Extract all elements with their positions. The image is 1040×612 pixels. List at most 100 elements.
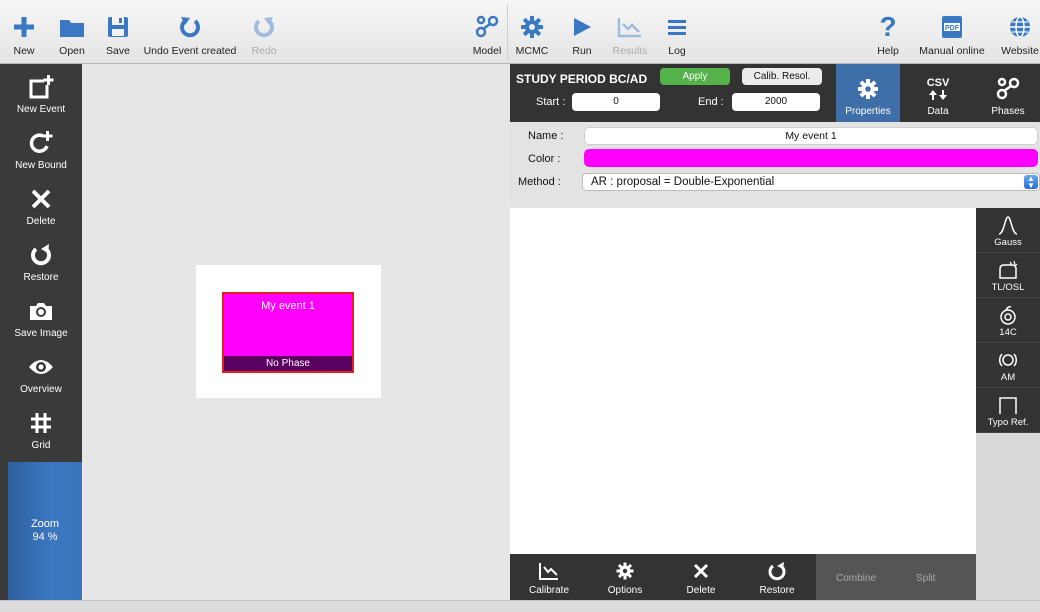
options-label: Options <box>607 585 643 596</box>
14c-icon <box>998 303 1018 327</box>
restore-date-label: Restore <box>759 585 795 596</box>
new-bound-label: New Bound <box>15 160 67 171</box>
help-button[interactable]: ? Help <box>868 0 908 64</box>
save-image-button[interactable]: Save Image <box>0 288 82 344</box>
delete-button[interactable]: Delete <box>0 176 82 232</box>
split-button[interactable]: Split <box>916 573 935 584</box>
color-picker[interactable] <box>584 149 1038 167</box>
redo-label: Redo <box>251 45 277 57</box>
log-button[interactable]: Log <box>662 0 692 64</box>
new-event-button[interactable]: New Event <box>0 64 82 120</box>
undo-label: Undo Event created <box>143 45 237 57</box>
mcmc-label: MCMC <box>515 45 549 57</box>
overview-button[interactable]: Overview <box>0 344 82 400</box>
calibrate-button[interactable]: Calibrate <box>518 554 580 600</box>
event-item[interactable]: My event 1 No Phase <box>222 292 354 373</box>
splitter[interactable] <box>500 64 510 600</box>
main-toolbar: New Open Save Undo Event created Redo Mo… <box>0 0 1040 64</box>
undo-icon <box>178 12 202 42</box>
new-label: New <box>13 45 35 57</box>
delete-date-label: Delete <box>686 585 716 596</box>
delete-date-button[interactable]: Delete <box>670 554 732 600</box>
restore-date-button[interactable]: Restore <box>746 554 808 600</box>
open-label: Open <box>59 45 85 57</box>
open-button[interactable]: Open <box>52 0 92 64</box>
tab-phases[interactable]: Phases <box>976 64 1040 122</box>
tab-properties-label: Properties <box>845 106 891 117</box>
log-label: Log <box>668 45 686 57</box>
calib-resol-button[interactable]: Calib. Resol. <box>742 68 822 85</box>
start-input[interactable]: 0 <box>572 93 660 111</box>
chevron-up-down-icon: ▲ ▼ <box>1024 175 1038 190</box>
end-input[interactable]: 2000 <box>732 93 820 111</box>
website-label: Website <box>1001 45 1039 57</box>
options-button[interactable]: Options <box>594 554 656 600</box>
restore-icon <box>767 559 787 583</box>
restore-icon <box>29 241 53 269</box>
grid-label: Grid <box>31 440 51 451</box>
run-label: Run <box>572 45 592 57</box>
add-am-button[interactable]: AM <box>976 343 1040 388</box>
question-mark-icon: ? <box>879 11 897 42</box>
method-select[interactable]: AR : proposal = Double-Exponential ▲ ▼ <box>582 173 1040 191</box>
restore-button[interactable]: Restore <box>0 232 82 288</box>
typo-ref-label: Typo Ref. <box>987 417 1029 428</box>
dates-list[interactable] <box>510 208 976 554</box>
restore-label: Restore <box>23 272 59 283</box>
gear-icon <box>520 12 544 42</box>
add-typo-ref-button[interactable]: Typo Ref. <box>976 388 1040 433</box>
undo-button[interactable]: Undo Event created <box>142 0 238 64</box>
new-button[interactable]: New <box>4 0 44 64</box>
redo-icon <box>252 12 276 42</box>
model-sidebar: New Event New Bound Delete Restore Save … <box>0 64 82 600</box>
tlosl-label: TL/OSL <box>991 282 1025 293</box>
tab-data[interactable]: CSV Data <box>906 64 970 122</box>
csv-icon: CSV <box>927 74 949 104</box>
chart-icon <box>538 559 560 583</box>
folder-icon <box>59 12 85 42</box>
study-period-header: STUDY PERIOD BC/AD Apply Calib. Resol. S… <box>510 64 1040 122</box>
event-name: My event 1 <box>261 300 315 312</box>
model-label: Model <box>472 45 502 57</box>
website-button[interactable]: Website <box>994 0 1040 64</box>
run-button[interactable]: Run <box>564 0 600 64</box>
phases-icon <box>996 74 1020 104</box>
add-tlosl-button[interactable]: TL/OSL <box>976 253 1040 298</box>
gear-icon <box>857 74 879 104</box>
new-bound-button[interactable]: New Bound <box>0 120 82 176</box>
color-label: Color : <box>528 153 561 165</box>
mcmc-button[interactable]: MCMC <box>514 0 550 64</box>
tlosl-icon <box>997 258 1019 282</box>
save-button[interactable]: Save <box>100 0 136 64</box>
model-canvas[interactable]: My event 1 No Phase <box>82 64 500 600</box>
tab-properties[interactable]: Properties <box>836 64 900 122</box>
gauss-label: Gauss <box>994 237 1022 248</box>
grid-button[interactable]: Grid <box>0 400 82 456</box>
name-label: Name : <box>528 130 564 142</box>
date-type-sidebar: Gauss TL/OSL 14C AM Typo Ref. <box>976 208 1040 600</box>
redo-button[interactable]: Redo <box>244 0 284 64</box>
model-button[interactable]: Model <box>470 0 504 64</box>
add-gauss-button[interactable]: Gauss <box>976 208 1040 253</box>
pdf-badge: PDF <box>945 25 960 32</box>
name-field[interactable]: My event 1 <box>584 127 1038 145</box>
floppy-disk-icon <box>107 12 129 42</box>
combine-button[interactable]: Combine <box>836 573 876 584</box>
manual-online-button[interactable]: PDF Manual online <box>912 0 992 64</box>
typo-ref-icon <box>998 393 1018 417</box>
camera-icon <box>28 297 54 325</box>
zoom-slider[interactable]: Zoom 94 % <box>8 462 82 600</box>
apply-button[interactable]: Apply <box>660 68 730 85</box>
zoom-value: 94 % <box>32 531 58 543</box>
new-event-label: New Event <box>16 104 66 115</box>
method-label: Method : <box>518 176 561 188</box>
dates-toolbar: Calibrate Options Delete Restore Combine… <box>510 554 976 600</box>
new-event-icon <box>28 73 54 101</box>
results-button[interactable]: Results <box>608 0 652 64</box>
add-14c-button[interactable]: 14C <box>976 298 1040 343</box>
delete-icon <box>693 559 709 583</box>
new-bound-icon <box>28 129 54 157</box>
play-icon <box>571 12 593 42</box>
study-period-title: STUDY PERIOD BC/AD <box>516 72 648 86</box>
grid-icon <box>30 409 52 437</box>
